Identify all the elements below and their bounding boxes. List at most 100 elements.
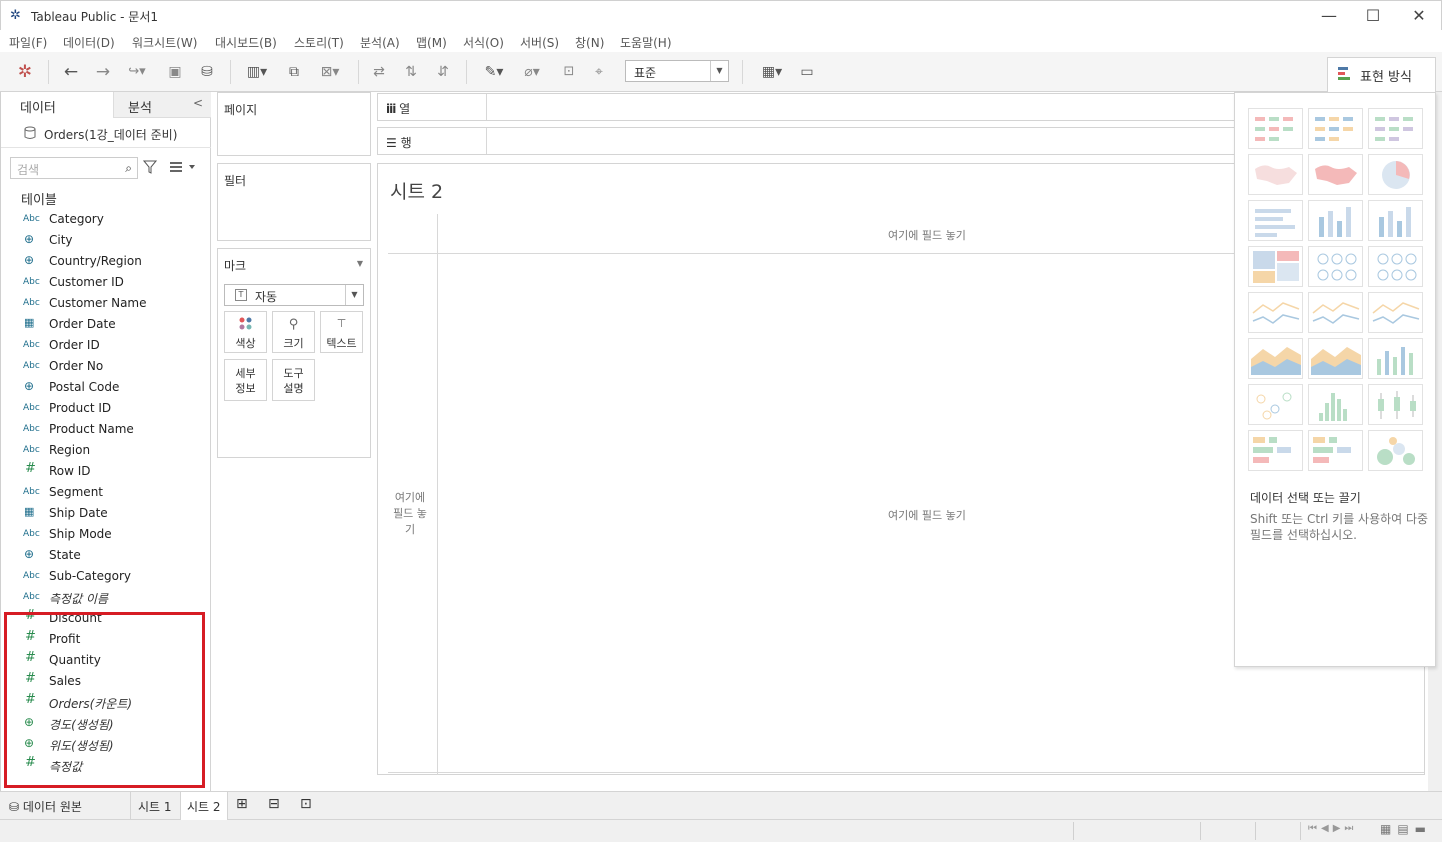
show-me-button[interactable]: 표현 방식: [1327, 57, 1436, 93]
list-view-icon[interactable]: [169, 160, 197, 177]
chart-type-thumb[interactable]: [1248, 430, 1303, 471]
menu-data[interactable]: 데이터(D): [63, 34, 115, 51]
chart-type-thumb[interactable]: [1308, 154, 1363, 195]
close-button[interactable]: ✕: [1404, 5, 1434, 27]
minimize-button[interactable]: —: [1314, 5, 1344, 27]
chart-type-thumb[interactable]: [1308, 292, 1363, 333]
tab-sheet-2[interactable]: 시트 2: [180, 792, 228, 820]
view-mode-icon[interactable]: ▦▤▬: [1380, 822, 1432, 836]
field-item[interactable]: ⊕ Country/Region: [1, 251, 211, 272]
new-worksheet-icon[interactable]: ⊞: [236, 792, 248, 820]
mark-type-select[interactable]: T 자동 ▼: [224, 284, 364, 306]
menu-file[interactable]: 파일(F): [9, 34, 47, 51]
menu-server[interactable]: 서버(S): [520, 34, 559, 51]
field-item[interactable]: ⊕ City: [1, 230, 211, 251]
drop-field-columns[interactable]: 여기에 필드 놓기: [888, 227, 966, 243]
columns-shelf[interactable]: iii 열: [377, 93, 1237, 121]
menu-window[interactable]: 창(N): [575, 34, 604, 51]
sheet-nav-icon[interactable]: ⏮◀▶⏭: [1308, 823, 1357, 834]
menu-dashboard[interactable]: 대시보드(B): [215, 34, 277, 51]
field-item[interactable]: Abc Segment: [1, 482, 211, 503]
detail-button[interactable]: 세부 정보: [224, 359, 267, 401]
pages-shelf[interactable]: 페이지: [217, 92, 371, 156]
chart-type-thumb[interactable]: [1248, 108, 1303, 149]
swap-icon[interactable]: ⇄: [368, 62, 390, 82]
presentation-mode-icon[interactable]: ▭: [796, 62, 818, 82]
field-item[interactable]: Abc Category: [1, 209, 211, 230]
group-icon[interactable]: ⌀▾: [515, 62, 549, 82]
highlight-icon[interactable]: ✎▾: [478, 62, 510, 82]
field-item[interactable]: Abc Ship Mode: [1, 524, 211, 545]
tooltip-button[interactable]: 도구 설명: [272, 359, 315, 401]
new-datasource-icon[interactable]: ⛁: [196, 62, 218, 82]
collapse-icon[interactable]: <: [193, 96, 203, 110]
chart-type-thumb[interactable]: [1308, 384, 1363, 425]
chart-type-thumb[interactable]: [1308, 108, 1363, 149]
new-dashboard-icon[interactable]: ⊟: [268, 792, 280, 820]
field-item[interactable]: Abc 측정값 이름: [1, 587, 211, 608]
filter-icon[interactable]: [142, 160, 158, 177]
text-button[interactable]: ⊤ 텍스트: [320, 311, 363, 353]
field-item[interactable]: Abc Order ID: [1, 335, 211, 356]
menu-story[interactable]: 스토리(T): [294, 34, 344, 51]
search-input[interactable]: 검색 ⌕: [10, 157, 138, 179]
chart-type-thumb[interactable]: [1368, 200, 1423, 241]
field-item[interactable]: Abc Product Name: [1, 419, 211, 440]
new-story-icon[interactable]: ⊡: [300, 792, 312, 820]
replay-icon[interactable]: ↪▾: [122, 62, 152, 82]
menu-worksheet[interactable]: 워크시트(W): [132, 34, 197, 51]
chart-type-thumb[interactable]: [1248, 338, 1303, 379]
chart-type-thumb[interactable]: [1248, 200, 1303, 241]
field-item[interactable]: Abc Product ID: [1, 398, 211, 419]
tab-data[interactable]: 데이터: [1, 92, 113, 118]
new-worksheet-icon[interactable]: ▥▾: [240, 62, 274, 82]
show-cards-icon[interactable]: ▦▾: [754, 62, 790, 82]
chart-type-thumb[interactable]: [1308, 338, 1363, 379]
sort-ascending-icon[interactable]: ⇅: [400, 62, 422, 82]
redo-icon[interactable]: →: [92, 62, 114, 82]
clear-sheet-icon[interactable]: ⊠▾: [312, 62, 348, 82]
field-item[interactable]: ⊕ Postal Code: [1, 377, 211, 398]
field-item[interactable]: ▦ Ship Date: [1, 503, 211, 524]
tableau-start-icon[interactable]: ✲: [14, 62, 36, 82]
field-item[interactable]: Abc Sub-Category: [1, 566, 211, 587]
chart-type-thumb[interactable]: [1368, 108, 1423, 149]
chart-type-thumb[interactable]: [1368, 154, 1423, 195]
chart-type-thumb[interactable]: [1308, 200, 1363, 241]
chart-type-thumb[interactable]: [1368, 430, 1423, 471]
chart-type-thumb[interactable]: [1308, 246, 1363, 287]
tab-sheet-1[interactable]: 시트 1: [138, 792, 172, 820]
field-item[interactable]: Abc Order No: [1, 356, 211, 377]
chart-type-thumb[interactable]: [1368, 338, 1423, 379]
pin-icon[interactable]: ⌖: [588, 62, 610, 82]
datasource-tab[interactable]: ⛁ 데이터 원본: [9, 792, 82, 820]
show-labels-icon[interactable]: ⊡: [558, 62, 580, 82]
field-item[interactable]: Abc Customer Name: [1, 293, 211, 314]
sheet-title[interactable]: 시트 2: [390, 177, 443, 204]
duplicate-icon[interactable]: ⧉: [283, 62, 305, 82]
chart-type-thumb[interactable]: [1248, 292, 1303, 333]
filters-shelf[interactable]: 필터: [217, 163, 371, 241]
datasource-item[interactable]: Orders(1강_데이터 준비): [1, 118, 211, 148]
chart-type-thumb[interactable]: [1248, 384, 1303, 425]
size-button[interactable]: ⚲ 크기: [272, 311, 315, 353]
chart-type-thumb[interactable]: [1368, 246, 1423, 287]
field-item[interactable]: Abc Customer ID: [1, 272, 211, 293]
chevron-down-icon[interactable]: ▼: [357, 259, 363, 268]
chart-type-thumb[interactable]: [1248, 154, 1303, 195]
undo-icon[interactable]: ←: [60, 62, 82, 82]
rows-shelf[interactable]: ☰ 행: [377, 127, 1237, 155]
save-icon[interactable]: ▣: [164, 62, 186, 82]
field-item[interactable]: ⊕ State: [1, 545, 211, 566]
menu-map[interactable]: 맵(M): [416, 34, 447, 51]
drop-field-rows[interactable]: 여기에 필드 놓기: [392, 490, 428, 538]
chart-type-thumb[interactable]: [1368, 384, 1423, 425]
menu-format[interactable]: 서식(O): [463, 34, 504, 51]
chart-type-thumb[interactable]: [1308, 430, 1363, 471]
sort-descending-icon[interactable]: ⇵: [432, 62, 454, 82]
field-item[interactable]: Abc Region: [1, 440, 211, 461]
menu-analysis[interactable]: 분석(A): [360, 34, 400, 51]
color-button[interactable]: 색상: [224, 311, 267, 353]
maximize-button[interactable]: ☐: [1358, 5, 1388, 27]
field-item[interactable]: ▦ Order Date: [1, 314, 211, 335]
